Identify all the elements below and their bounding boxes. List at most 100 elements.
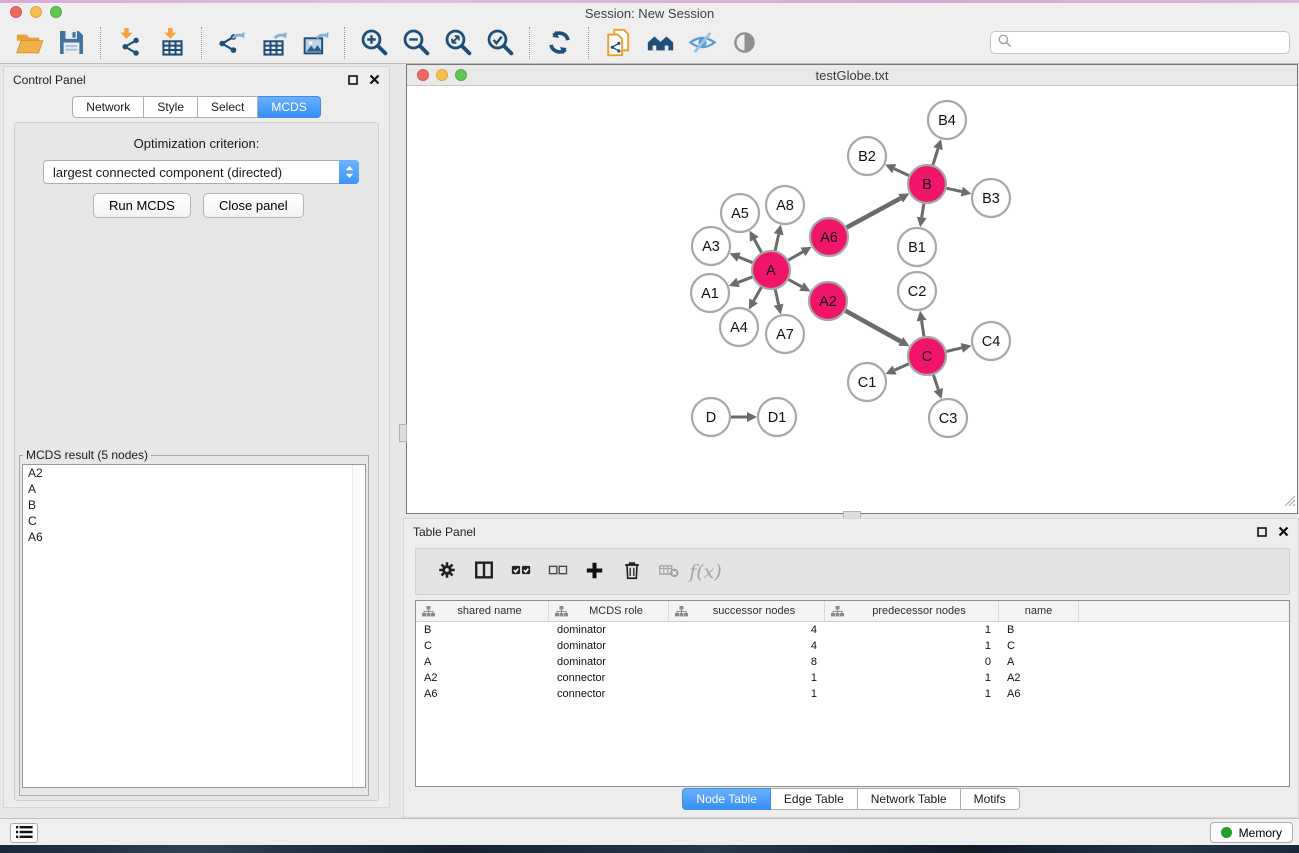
- graph-edge-C-C2[interactable]: [917, 311, 927, 337]
- table-cell[interactable]: 1: [825, 672, 999, 684]
- table-cell[interactable]: A2: [416, 672, 549, 684]
- table-cell[interactable]: 1: [669, 672, 825, 684]
- graph-edge-B-B2[interactable]: [885, 164, 910, 176]
- float-panel-button[interactable]: [348, 75, 358, 85]
- close-panel-button[interactable]: Close panel: [203, 193, 304, 218]
- table-cell[interactable]: connector: [549, 672, 669, 684]
- table-cell[interactable]: C: [416, 640, 549, 652]
- import-table-button[interactable]: [151, 25, 193, 61]
- graph-edge-D-D1[interactable]: [730, 412, 757, 422]
- result-list-item[interactable]: A: [23, 481, 365, 497]
- select-all-columns-button[interactable]: [502, 554, 539, 590]
- table-cell[interactable]: 1: [825, 688, 999, 700]
- tab-network[interactable]: Network: [72, 96, 144, 118]
- search-input[interactable]: [1012, 32, 1289, 53]
- function-builder-button[interactable]: f(x): [687, 554, 724, 590]
- close-panel-icon-button[interactable]: [369, 74, 380, 85]
- column-header-mcds-role[interactable]: MCDS role: [549, 601, 669, 621]
- hide-selected-button[interactable]: [681, 25, 723, 61]
- graph-node-D[interactable]: D: [692, 398, 730, 436]
- graph-edge-A-A6[interactable]: [788, 247, 812, 261]
- graph-node-A5[interactable]: A5: [721, 194, 759, 232]
- graph-node-A2[interactable]: A2: [809, 282, 847, 320]
- graph-edge-A-A2[interactable]: [788, 279, 811, 291]
- result-list-item[interactable]: C: [23, 513, 365, 529]
- graph-edge-A-A7[interactable]: [774, 289, 784, 315]
- network-window-titlebar[interactable]: testGlobe.txt: [407, 65, 1297, 86]
- table-cell[interactable]: 8: [669, 656, 825, 668]
- table-tab-edge-table[interactable]: Edge Table: [771, 788, 858, 810]
- table-cell[interactable]: dominator: [549, 656, 669, 668]
- clone-network-button[interactable]: [597, 25, 639, 61]
- import-network-button[interactable]: [109, 25, 151, 61]
- graph-node-C1[interactable]: C1: [848, 363, 886, 401]
- table-cell[interactable]: A: [416, 656, 549, 668]
- graph-node-D1[interactable]: D1: [758, 398, 796, 436]
- result-list-item[interactable]: A2: [23, 465, 365, 481]
- graph-edge-A-A1[interactable]: [729, 277, 754, 287]
- graph-edge-A-A3[interactable]: [730, 252, 754, 262]
- graph-edge-C-C1[interactable]: [885, 364, 909, 375]
- table-cell[interactable]: B: [999, 624, 1079, 636]
- table-cell[interactable]: 1: [825, 624, 999, 636]
- table-cell[interactable]: C: [999, 640, 1079, 652]
- zoom-fit-button[interactable]: [437, 25, 479, 61]
- delete-table-button[interactable]: [650, 554, 687, 590]
- table-cell[interactable]: A2: [999, 672, 1079, 684]
- table-cell[interactable]: 4: [669, 640, 825, 652]
- column-header-successor-nodes[interactable]: successor nodes: [669, 601, 825, 621]
- table-row[interactable]: Adominator80A: [416, 654, 1289, 670]
- criterion-dropdown[interactable]: largest connected component (directed): [43, 160, 359, 184]
- graph-edge-C-C3[interactable]: [933, 374, 943, 399]
- run-mcds-button[interactable]: Run MCDS: [93, 193, 191, 218]
- table-row[interactable]: Bdominator41B: [416, 622, 1289, 638]
- table-cell[interactable]: B: [416, 624, 549, 636]
- graph-edge-C-C4[interactable]: [945, 343, 971, 353]
- table-row[interactable]: A2connector11A2: [416, 670, 1289, 686]
- table-cell[interactable]: 0: [825, 656, 999, 668]
- table-cell[interactable]: 1: [825, 640, 999, 652]
- column-header-predecessor-nodes[interactable]: predecessor nodes: [825, 601, 999, 621]
- graph-node-B2[interactable]: B2: [848, 137, 886, 175]
- result-list-item[interactable]: B: [23, 497, 365, 513]
- show-all-button[interactable]: [723, 25, 765, 61]
- table-cell[interactable]: connector: [549, 688, 669, 700]
- table-tab-motifs[interactable]: Motifs: [961, 788, 1020, 810]
- table-row[interactable]: Cdominator41C: [416, 638, 1289, 654]
- table-cell[interactable]: A6: [999, 688, 1079, 700]
- graph-node-B[interactable]: B: [908, 165, 946, 203]
- search-box[interactable]: [990, 31, 1290, 54]
- tab-mcds[interactable]: MCDS: [258, 96, 320, 118]
- column-header-name[interactable]: name: [999, 601, 1079, 621]
- graph-edge-B-B1[interactable]: [917, 203, 927, 227]
- result-list-item[interactable]: A6: [23, 529, 365, 545]
- graph-node-C4[interactable]: C4: [972, 322, 1010, 360]
- zoom-in-button[interactable]: [353, 25, 395, 61]
- graph-node-C[interactable]: C: [908, 337, 946, 375]
- close-table-panel-button[interactable]: [1278, 526, 1289, 537]
- divider-grip-vertical[interactable]: [399, 424, 407, 442]
- unselect-all-columns-button[interactable]: [539, 554, 576, 590]
- first-neighbors-button[interactable]: [639, 25, 681, 61]
- create-column-button[interactable]: [576, 554, 613, 590]
- refresh-button[interactable]: [538, 25, 580, 61]
- graph-edge-A6-B[interactable]: [846, 194, 910, 228]
- graph-node-A4[interactable]: A4: [720, 308, 758, 346]
- graph-node-B1[interactable]: B1: [898, 228, 936, 266]
- memory-button[interactable]: Memory: [1210, 822, 1293, 843]
- graph-node-B4[interactable]: B4: [928, 101, 966, 139]
- table-tab-network-table[interactable]: Network Table: [858, 788, 961, 810]
- graph-node-A8[interactable]: A8: [766, 186, 804, 224]
- graph-edge-A-A5[interactable]: [750, 231, 762, 254]
- table-settings-button[interactable]: [428, 554, 465, 590]
- column-layout-button[interactable]: [465, 554, 502, 590]
- graph-node-A3[interactable]: A3: [692, 227, 730, 265]
- table-tab-node-table[interactable]: Node Table: [682, 788, 771, 810]
- table-row[interactable]: A6connector11A6: [416, 686, 1289, 702]
- export-table-button[interactable]: [252, 25, 294, 61]
- open-file-button[interactable]: [8, 25, 50, 61]
- zoom-selected-button[interactable]: [479, 25, 521, 61]
- export-network-button[interactable]: [210, 25, 252, 61]
- table-cell[interactable]: dominator: [549, 624, 669, 636]
- table-cell[interactable]: 1: [669, 688, 825, 700]
